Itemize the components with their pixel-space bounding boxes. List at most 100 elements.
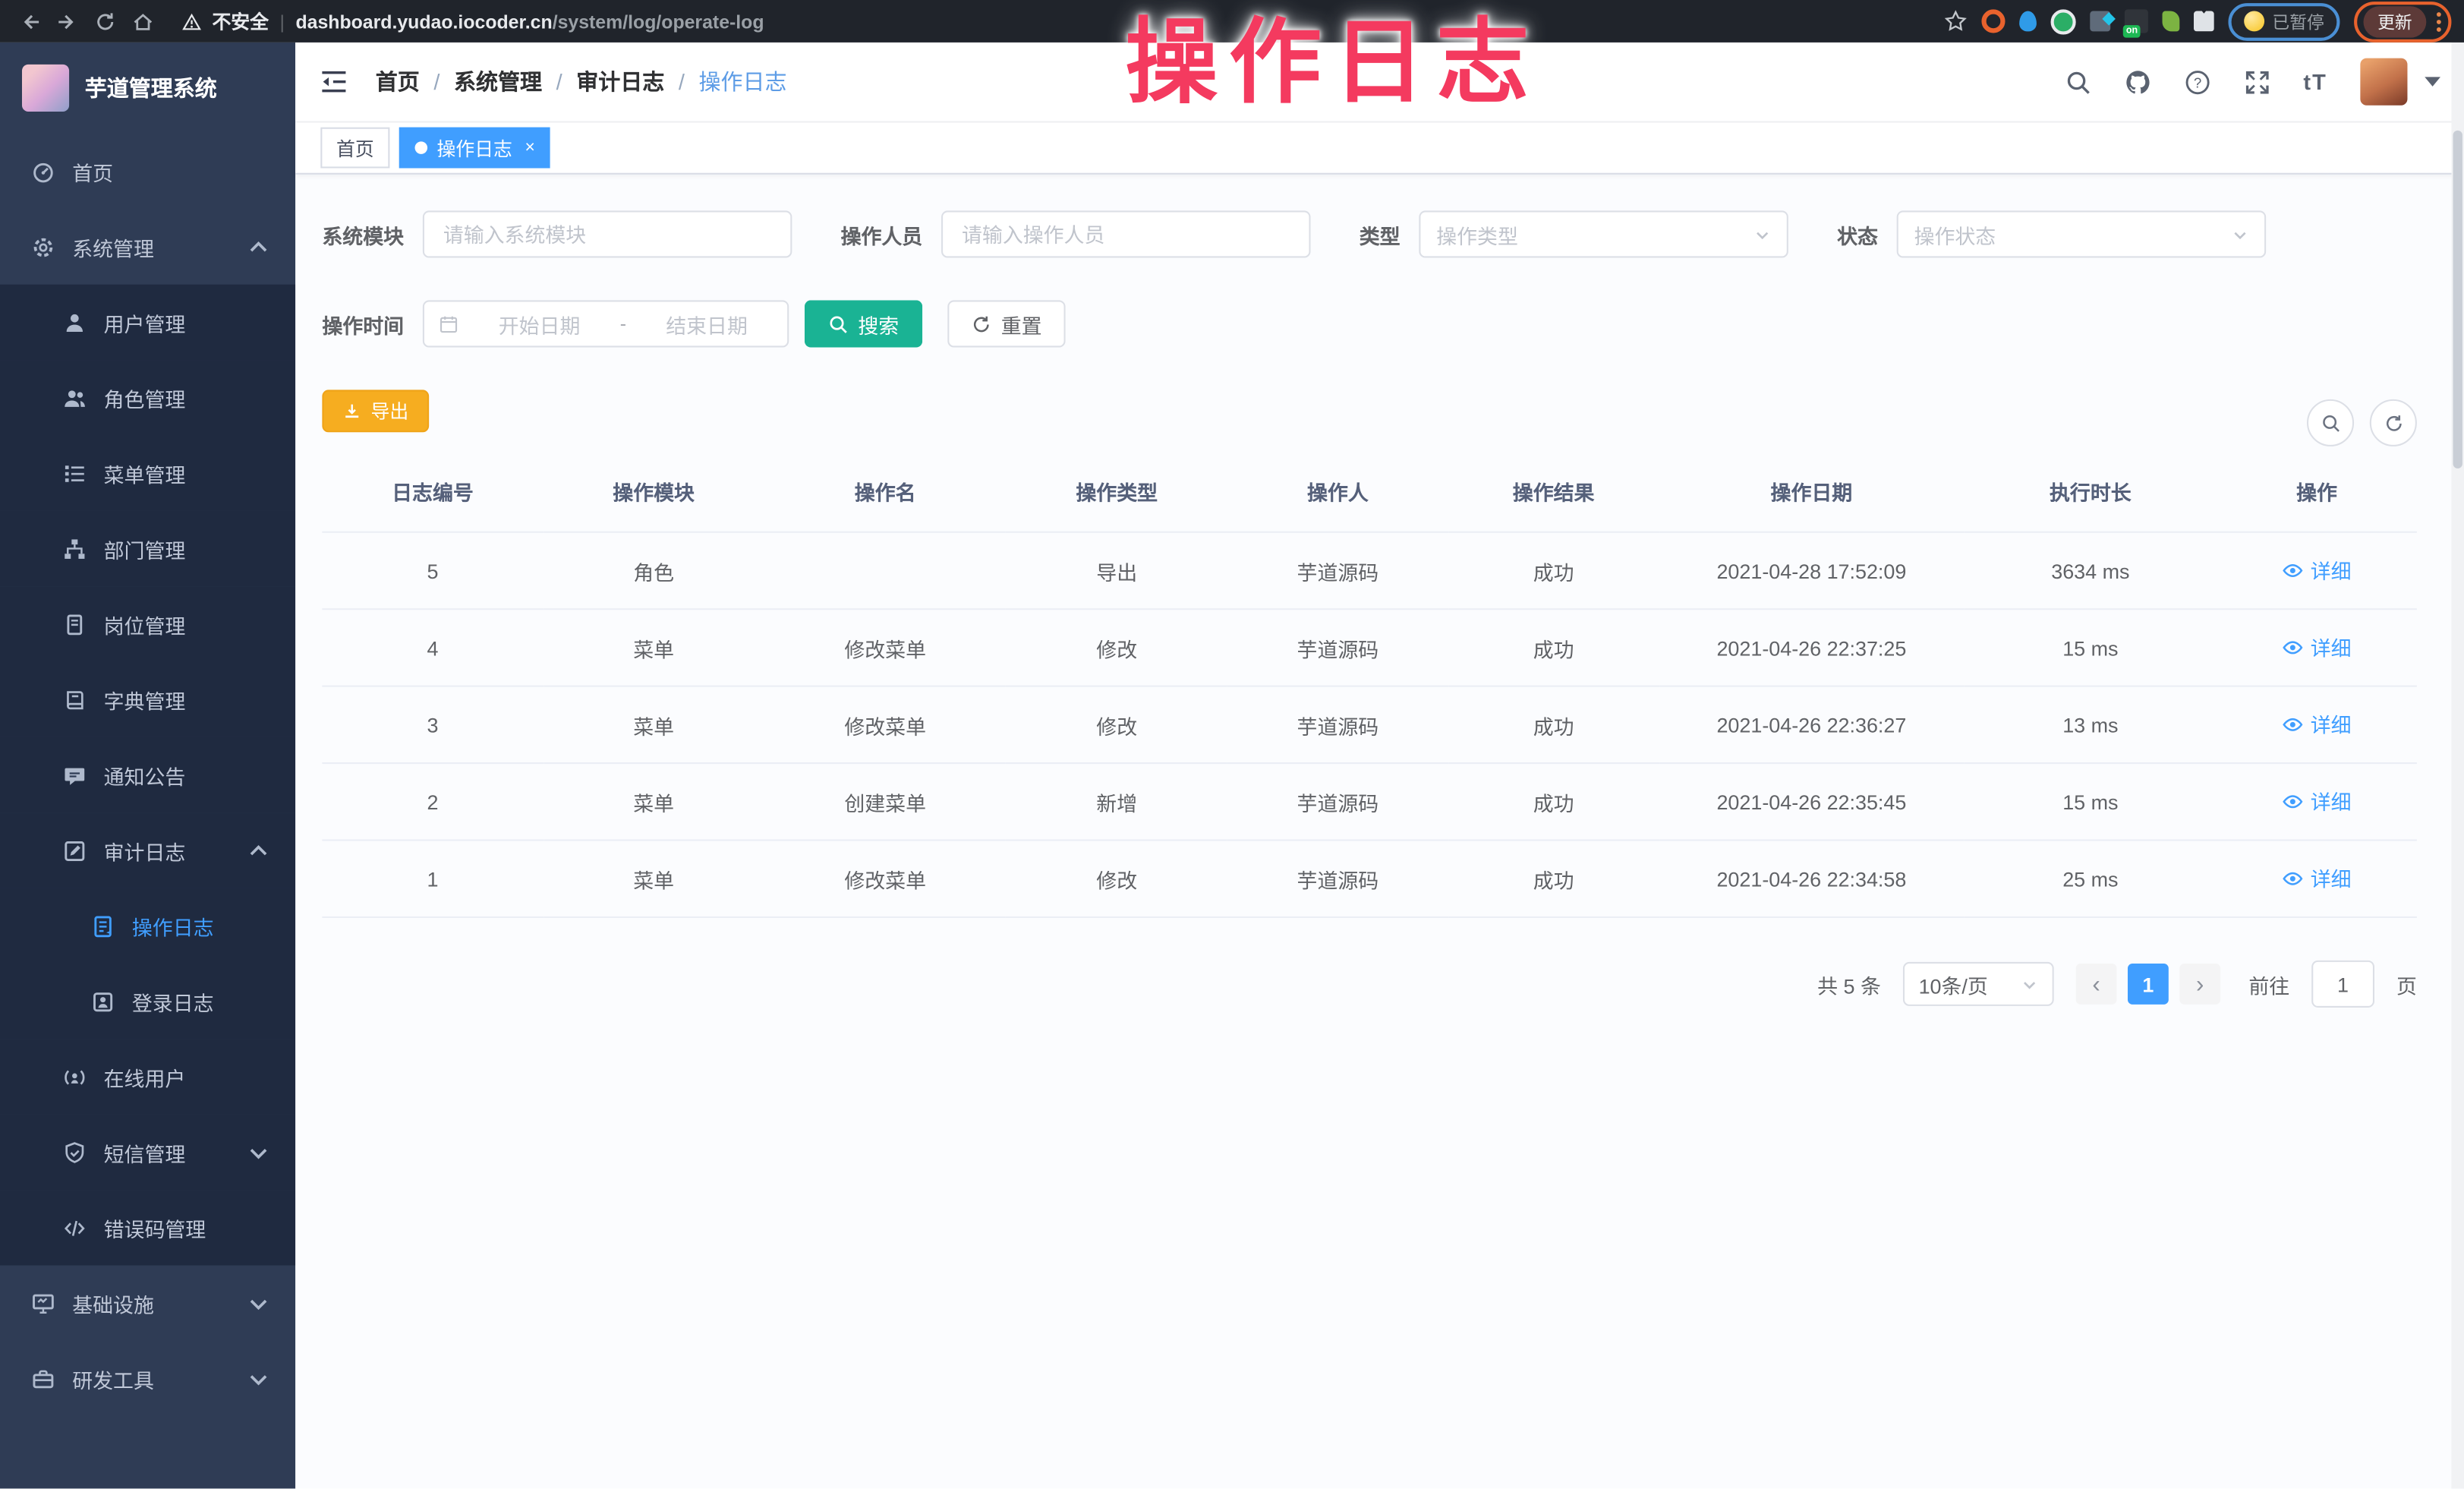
home-icon: [132, 10, 154, 32]
browser-reload-button[interactable]: [88, 5, 123, 36]
browser-back-button[interactable]: [13, 5, 48, 36]
bookmark-star-icon[interactable]: [1944, 9, 1968, 33]
export-button[interactable]: 导出: [322, 390, 429, 432]
extension-on-badge: on: [2123, 25, 2141, 38]
sidebar-item-dev-tools[interactable]: 研发工具: [0, 1341, 295, 1416]
breadcrumb-separator: /: [433, 69, 440, 94]
extension-leaf-icon[interactable]: [2163, 11, 2180, 31]
filter-row-2: 操作时间 开始日期 - 结束日期 搜索 重置: [322, 300, 2437, 347]
prev-page-button[interactable]: ‹: [2076, 964, 2117, 1005]
sidebar-item-infrastructure[interactable]: 基础设施: [0, 1265, 295, 1340]
operate-time-range-input[interactable]: 开始日期 - 结束日期: [423, 300, 789, 347]
sidebar-item-dict-management[interactable]: 字典管理: [0, 662, 295, 737]
sidebar-item-online-users[interactable]: 在线用户: [0, 1039, 295, 1114]
table-row: 3菜单修改菜单修改芋道源码成功2021-04-26 22:36:2713 ms详…: [322, 686, 2417, 763]
next-page-button[interactable]: ›: [2179, 964, 2220, 1005]
sidebar-item-system-management[interactable]: 系统管理: [0, 209, 295, 284]
type-filter-select[interactable]: 操作类型: [1419, 210, 1788, 257]
reset-button[interactable]: 重置: [947, 300, 1065, 347]
start-date-placeholder: 开始日期: [473, 309, 606, 339]
sidebar-item-operate-log[interactable]: 操作日志: [0, 888, 295, 964]
column-header: 操作日期: [1659, 467, 1964, 532]
tab-label: 首页: [336, 134, 374, 161]
sidebar-item-error-code-management[interactable]: 错误码管理: [0, 1190, 295, 1265]
sidebar-item-menu-management[interactable]: 菜单管理: [0, 435, 295, 510]
extension-orange-ring-icon[interactable]: [1981, 9, 2005, 33]
browser-forward-button[interactable]: [50, 5, 85, 36]
scrollbar-thumb[interactable]: [2453, 131, 2462, 468]
sidebar-item-home[interactable]: 首页: [0, 134, 295, 209]
detail-link-label: 详细: [2311, 787, 2352, 816]
show-search-button[interactable]: [2307, 399, 2354, 446]
sidebar-item-label: 操作日志: [132, 911, 270, 941]
browser-actions: on 已暂停 更新: [1944, 1, 2452, 42]
browser-home-button[interactable]: [126, 5, 161, 36]
pagination-total: 共 5 条: [1817, 969, 1881, 998]
sidebar-item-audit-log[interactable]: 审计日志: [0, 812, 295, 888]
refresh-table-button[interactable]: [2370, 399, 2417, 446]
status-filter-select[interactable]: 操作状态: [1897, 210, 2266, 257]
detail-link[interactable]: 详细: [2283, 555, 2352, 585]
sidebar-item-label: 错误码管理: [104, 1213, 270, 1242]
sidebar-item-sms-management[interactable]: 短信管理: [0, 1115, 295, 1190]
module-filter-label: 系统模块: [322, 219, 404, 249]
sidebar-item-notice-announcement[interactable]: 通知公告: [0, 737, 295, 812]
page-1-button[interactable]: 1: [2128, 964, 2169, 1005]
security-warning-label[interactable]: 不安全: [212, 8, 269, 34]
page-size-select[interactable]: 10条/页: [1903, 962, 2054, 1006]
browser-menu-dots-icon[interactable]: [2436, 10, 2442, 32]
detail-link[interactable]: 详细: [2283, 633, 2352, 662]
infrastructure-icon: [31, 1292, 55, 1315]
address-bar[interactable]: 不安全 | dashboard.yudao.iocoder.cn/system/…: [182, 8, 1928, 34]
breadcrumb-item[interactable]: 系统管理: [454, 66, 542, 97]
extension-green-circle-icon[interactable]: [2051, 8, 2076, 33]
cell-operator: 芋道源码: [1227, 686, 1448, 763]
extension-switch-icon[interactable]: on: [2125, 9, 2148, 33]
magnifier-icon: [828, 314, 849, 334]
sidebar-collapse-icon[interactable]: [319, 69, 348, 94]
extension-blue-drop-icon[interactable]: [2019, 11, 2037, 31]
detail-link[interactable]: 详细: [2283, 709, 2352, 739]
search-button[interactable]: 搜索: [805, 300, 922, 347]
tab-operate-log[interactable]: 操作日志×: [399, 128, 551, 169]
table-row: 1菜单修改菜单修改芋道源码成功2021-04-26 22:34:5825 ms详…: [322, 840, 2417, 916]
cell-name: [764, 532, 1007, 609]
profile-paused-pill[interactable]: 已暂停: [2228, 2, 2340, 40]
github-icon[interactable]: [2124, 68, 2150, 95]
browser-update-button[interactable]: 更新: [2364, 5, 2427, 36]
sidebar-item-label: 角色管理: [104, 383, 270, 412]
goto-page-input[interactable]: [2311, 961, 2374, 1008]
status-filter-label: 状态: [1837, 219, 1878, 249]
sidebar-item-role-management[interactable]: 角色管理: [0, 360, 295, 435]
extension-panel-icon[interactable]: [2090, 11, 2110, 31]
update-highlight: 更新: [2354, 1, 2451, 42]
close-tab-icon[interactable]: ×: [525, 139, 534, 156]
detail-link[interactable]: 详细: [2283, 863, 2352, 893]
operator-filter-input[interactable]: [941, 210, 1310, 257]
org-tree-icon: [63, 537, 87, 560]
reset-button-label: 重置: [1001, 309, 1042, 339]
sidebar-item-post-management[interactable]: 岗位管理: [0, 586, 295, 661]
cell-duration: 15 ms: [1964, 609, 2217, 686]
sidebar-item-dept-management[interactable]: 部门管理: [0, 511, 295, 586]
page-scrollbar[interactable]: [2451, 43, 2464, 1489]
breadcrumb-item[interactable]: 审计日志: [576, 66, 664, 97]
user-avatar[interactable]: [2360, 58, 2407, 106]
module-filter-input[interactable]: [423, 210, 792, 257]
cell-date: 2021-04-28 17:52:09: [1659, 532, 1964, 609]
extensions-puzzle-icon[interactable]: [2194, 11, 2214, 31]
sidebar-logo[interactable]: 芋道管理系统: [0, 43, 295, 134]
tab-home[interactable]: 首页: [320, 128, 389, 169]
detail-link[interactable]: 详细: [2283, 787, 2352, 816]
search-icon[interactable]: [2065, 68, 2091, 95]
breadcrumb-item[interactable]: 首页: [376, 66, 420, 97]
avatar-caret-icon[interactable]: [2425, 77, 2440, 86]
sidebar-item-login-log[interactable]: 登录日志: [0, 964, 295, 1039]
audit-log-icon: [63, 838, 87, 862]
sidebar-item-user-management[interactable]: 用户管理: [0, 285, 295, 360]
help-question-icon[interactable]: ?: [2184, 68, 2210, 95]
cell-date: 2021-04-26 22:36:27: [1659, 686, 1964, 763]
font-size-icon[interactable]: tT: [2303, 69, 2327, 94]
cell-type: 导出: [1007, 532, 1227, 609]
fullscreen-icon[interactable]: [2244, 68, 2270, 95]
